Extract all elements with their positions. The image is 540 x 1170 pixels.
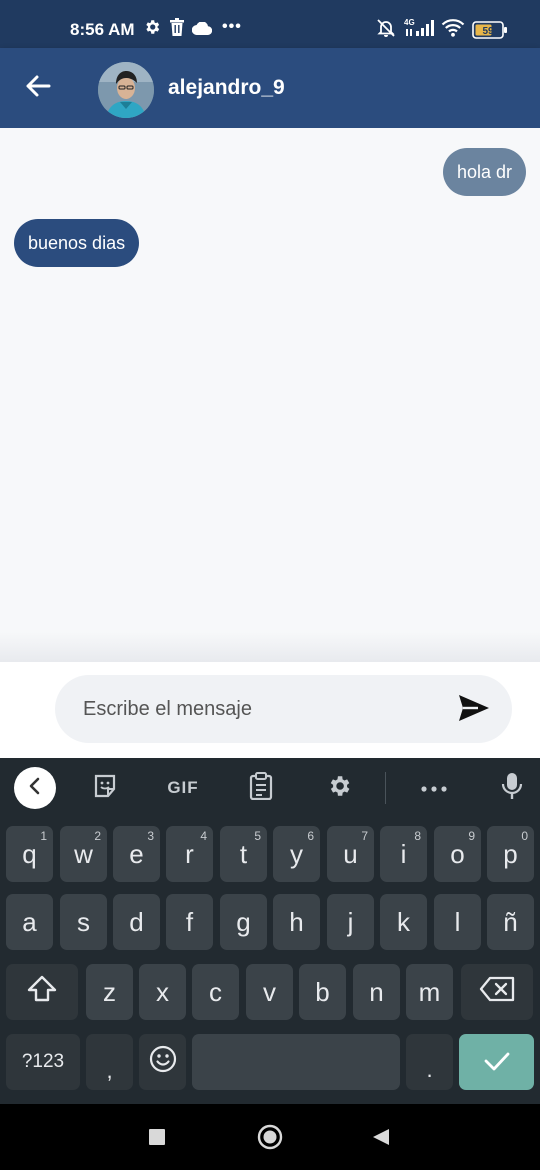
send-button[interactable]	[458, 694, 492, 724]
clipboard-icon	[249, 771, 273, 805]
key-s[interactable]: s	[60, 894, 107, 950]
back-button[interactable]	[18, 68, 58, 108]
keyboard-toolbar: GIF	[0, 758, 540, 820]
key-n[interactable]: n	[353, 964, 400, 1020]
key-g[interactable]: g	[220, 894, 267, 950]
home-circle-icon	[257, 1124, 283, 1154]
key-m[interactable]: m	[406, 964, 453, 1020]
key-w[interactable]: w2	[60, 826, 107, 882]
back-nav-button[interactable]	[372, 1128, 390, 1151]
contact-username[interactable]: alejandro_9	[168, 76, 285, 100]
keyboard-settings-button[interactable]	[322, 768, 356, 808]
key-a[interactable]: a	[6, 894, 53, 950]
key-r[interactable]: r4	[166, 826, 213, 882]
key-d[interactable]: d	[113, 894, 160, 950]
comma-key[interactable]: ,	[86, 1034, 133, 1090]
sticker-icon	[92, 773, 118, 804]
signal-icon: 4G	[404, 17, 434, 42]
chat-bottom-shadow	[0, 632, 540, 662]
gif-button[interactable]: GIF	[160, 768, 206, 808]
message-bubble-sent[interactable]: hola dr	[442, 148, 526, 196]
status-bar: 8:56 AM ••• 4G 59	[0, 0, 540, 48]
key-n-tilde[interactable]: ñ	[487, 894, 534, 950]
key-h[interactable]: h	[273, 894, 320, 950]
key-p[interactable]: p0	[487, 826, 534, 882]
key-q[interactable]: q1	[6, 826, 53, 882]
key-c[interactable]: c	[192, 964, 239, 1020]
key-b[interactable]: b	[299, 964, 346, 1020]
home-button[interactable]	[257, 1124, 283, 1155]
gear-icon	[326, 773, 352, 804]
alarm-off-icon	[376, 18, 396, 43]
voice-input-button[interactable]	[496, 768, 528, 808]
back-triangle-icon	[372, 1129, 390, 1150]
key-e[interactable]: e3	[113, 826, 160, 882]
more-options-button[interactable]	[416, 768, 452, 808]
shift-key[interactable]	[6, 964, 78, 1020]
period-key[interactable]: .	[406, 1034, 453, 1090]
key-v[interactable]: v	[246, 964, 293, 1020]
system-nav-bar	[0, 1104, 540, 1170]
chat-header: alejandro_9	[0, 48, 540, 128]
gear-icon	[143, 18, 161, 41]
enter-key[interactable]	[459, 1034, 534, 1090]
key-o[interactable]: o9	[434, 826, 481, 882]
more-dots-icon	[421, 779, 447, 797]
battery-level: 59	[482, 26, 494, 37]
send-icon	[458, 695, 490, 726]
wifi-icon	[441, 18, 465, 42]
battery-icon: 59	[472, 21, 508, 44]
emoji-key[interactable]	[139, 1034, 186, 1090]
keyboard: GIF q1 w2 e3 r4 t5 y6 u7 i8 o9 p0 a s d …	[0, 758, 540, 1104]
compose-bar	[0, 662, 540, 758]
more-dots-icon: •••	[222, 18, 242, 35]
key-x[interactable]: x	[139, 964, 186, 1020]
checkmark-icon	[484, 1047, 510, 1078]
backspace-icon	[479, 976, 515, 1009]
emoji-icon	[149, 1045, 177, 1080]
network-label: 4G	[404, 18, 415, 27]
key-u[interactable]: u7	[327, 826, 374, 882]
key-f[interactable]: f	[166, 894, 213, 950]
sticker-button[interactable]	[88, 768, 122, 808]
key-z[interactable]: z	[86, 964, 133, 1020]
trash-icon	[169, 18, 185, 41]
key-l[interactable]: l	[434, 894, 481, 950]
message-bubble-received[interactable]: buenos dias	[14, 219, 140, 267]
status-time: 8:56 AM	[70, 20, 135, 39]
key-j[interactable]: j	[327, 894, 374, 950]
key-i[interactable]: i8	[380, 826, 427, 882]
recents-button[interactable]	[148, 1128, 166, 1151]
space-key[interactable]	[192, 1034, 400, 1090]
shift-icon	[27, 975, 57, 1010]
avatar[interactable]	[98, 62, 154, 118]
key-y[interactable]: y6	[273, 826, 320, 882]
backspace-key[interactable]	[461, 964, 533, 1020]
message-input[interactable]	[55, 675, 512, 743]
mic-icon	[501, 772, 523, 805]
symbols-key[interactable]: ?123	[6, 1034, 80, 1090]
recents-square-icon	[148, 1129, 166, 1150]
key-k[interactable]: k	[380, 894, 427, 950]
chat-messages[interactable]: hola dr buenos dias	[0, 128, 540, 662]
cloud-icon	[191, 21, 213, 40]
clipboard-button[interactable]	[244, 768, 278, 808]
toolbar-divider	[385, 772, 386, 804]
chevron-left-icon	[28, 777, 42, 800]
arrow-left-icon	[25, 74, 51, 103]
keyboard-collapse-button[interactable]	[14, 767, 56, 809]
key-t[interactable]: t5	[220, 826, 267, 882]
